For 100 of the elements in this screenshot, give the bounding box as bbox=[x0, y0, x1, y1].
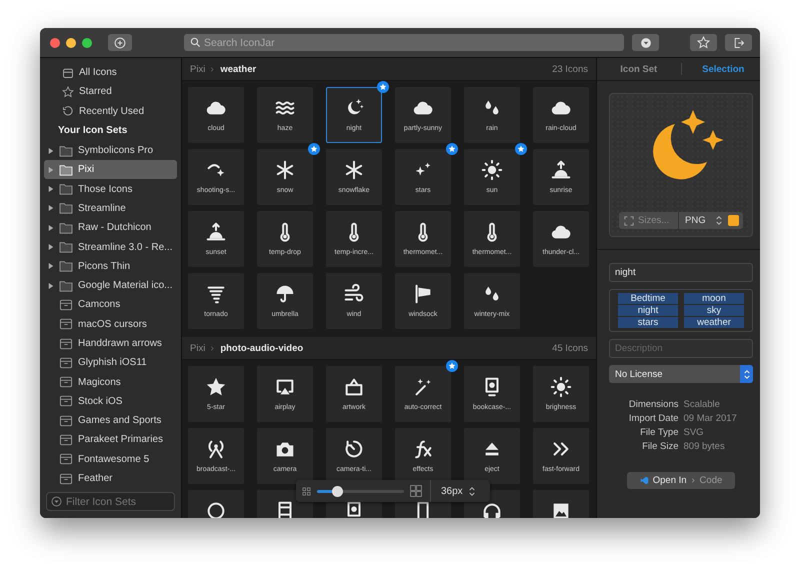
filter-icon bbox=[640, 36, 652, 48]
sun-icon bbox=[481, 159, 503, 181]
small-grid-icon bbox=[302, 486, 311, 496]
icon-set-item[interactable]: Stock iOS bbox=[44, 392, 177, 412]
icon-set-item[interactable]: Feather bbox=[44, 468, 177, 486]
icon-set-item[interactable]: Streamline 3.0 - Re... bbox=[44, 237, 177, 257]
star-icon bbox=[62, 86, 74, 98]
slider-thumb[interactable] bbox=[332, 486, 343, 496]
folder-icon bbox=[59, 183, 73, 196]
icon-count: 23 Icons bbox=[552, 64, 588, 74]
sidebar-item[interactable]: Starred bbox=[44, 82, 177, 102]
folder-icon bbox=[59, 241, 73, 254]
archive-icon bbox=[59, 453, 73, 466]
archive-icon bbox=[59, 472, 73, 485]
section-title: weather bbox=[220, 64, 256, 74]
icon-set-item[interactable]: Fontawesome 5 bbox=[44, 450, 177, 469]
filter-field[interactable]: Filter Icon Sets bbox=[46, 492, 175, 511]
open-in-button[interactable]: Open In Code bbox=[627, 472, 735, 489]
plus-icon bbox=[114, 36, 126, 48]
icon-set-item[interactable]: Symbolicons Pro bbox=[44, 140, 177, 160]
breadcrumb-parent[interactable]: Pixi bbox=[190, 64, 206, 74]
disclosure-triangle-icon[interactable] bbox=[48, 224, 54, 231]
info-value: Scalable bbox=[684, 399, 721, 410]
icon-set-item[interactable]: Those Icons bbox=[44, 179, 177, 199]
icon-set-item[interactable]: macOS cursors bbox=[44, 314, 177, 334]
star-icon bbox=[205, 376, 227, 398]
section-title: photo-audio-video bbox=[220, 342, 304, 354]
disclosure-triangle-icon[interactable] bbox=[48, 186, 54, 192]
chevron-icon bbox=[210, 344, 216, 352]
zoom-button[interactable] bbox=[82, 38, 92, 48]
disclosure-triangle-icon[interactable] bbox=[48, 148, 54, 154]
tag-chip[interactable]: sky bbox=[684, 305, 744, 316]
icon-set-item[interactable]: Streamline bbox=[44, 198, 177, 218]
search-field[interactable]: Search IconJar bbox=[184, 34, 624, 51]
folder-icon bbox=[59, 260, 73, 272]
search-icon bbox=[190, 37, 201, 48]
breadcrumb-parent[interactable]: Pixi bbox=[190, 342, 206, 354]
disclosure-triangle-icon[interactable] bbox=[48, 244, 54, 250]
icon-set-item[interactable]: Camcons bbox=[44, 295, 177, 315]
license-select[interactable]: No License bbox=[609, 365, 753, 383]
folder-icon bbox=[59, 144, 73, 157]
archive-icon bbox=[59, 356, 73, 369]
add-button[interactable] bbox=[108, 34, 132, 51]
sunrise-icon bbox=[550, 159, 572, 181]
close-button[interactable] bbox=[50, 38, 60, 48]
archive-icon bbox=[59, 395, 73, 408]
name-field[interactable]: night bbox=[609, 263, 753, 282]
tag-chip[interactable]: night bbox=[618, 305, 678, 316]
format-select[interactable]: PNG bbox=[679, 215, 728, 226]
icon-set-item[interactable]: Raw - Dutchicon bbox=[44, 218, 177, 238]
stepper-icon[interactable] bbox=[468, 486, 475, 496]
icon-set-item[interactable]: Google Material ico... bbox=[44, 276, 177, 296]
icon-set-item[interactable]: Games and Sports bbox=[44, 411, 177, 430]
sun-icon bbox=[550, 376, 572, 398]
icon-set-item[interactable]: Glyphish iOS11 bbox=[44, 353, 177, 372]
folder-icon bbox=[59, 202, 73, 214]
disclosure-triangle-icon[interactable] bbox=[48, 166, 54, 173]
icon-set-item[interactable]: Parakeet Primaries bbox=[44, 430, 177, 450]
tag-chip[interactable]: weather bbox=[684, 317, 744, 328]
filter-icon bbox=[51, 496, 62, 507]
disclosure-triangle-icon[interactable] bbox=[48, 263, 54, 270]
code-editor-icon bbox=[640, 476, 649, 485]
color-swatch[interactable] bbox=[728, 215, 739, 226]
frame-icon bbox=[343, 376, 365, 398]
minimize-button[interactable] bbox=[66, 38, 76, 48]
star-button[interactable] bbox=[690, 34, 717, 51]
info-value: SVG bbox=[684, 427, 705, 438]
filter-button[interactable] bbox=[632, 34, 659, 51]
icon-set-item[interactable]: Picons Thin bbox=[44, 256, 177, 276]
export-options-bar[interactable]: Sizes... PNG bbox=[619, 212, 743, 229]
stepper-icon bbox=[716, 216, 722, 225]
archive-icon bbox=[59, 434, 73, 446]
sizes-field[interactable]: Sizes... bbox=[619, 212, 678, 229]
export-button[interactable] bbox=[725, 34, 752, 51]
history-icon bbox=[62, 105, 74, 118]
inspector-tab[interactable]: Icon Set bbox=[597, 64, 680, 74]
info-value: 809 bytes bbox=[684, 441, 726, 452]
sidebar-item[interactable]: Recently Used bbox=[44, 102, 177, 121]
disclosure-triangle-icon[interactable] bbox=[48, 282, 54, 289]
icon-count: 45 Icons bbox=[552, 342, 588, 354]
inspector-tab[interactable]: Selection bbox=[682, 64, 760, 74]
icon-set-item[interactable]: Magicons bbox=[44, 372, 177, 392]
star-icon bbox=[697, 36, 710, 49]
resize-icon bbox=[624, 216, 634, 226]
tag-chip[interactable]: stars bbox=[618, 317, 678, 328]
sidebar-item[interactable]: All Icons bbox=[44, 63, 177, 82]
icon-set-item[interactable]: Handdrawn arrows bbox=[44, 334, 177, 354]
info-label: Dimensions bbox=[628, 399, 678, 410]
disclosure-triangle-icon[interactable] bbox=[48, 205, 54, 212]
archive-icon bbox=[59, 376, 73, 388]
large-grid-icon bbox=[410, 485, 422, 497]
info-label: File Size bbox=[641, 441, 678, 452]
tag-chip[interactable]: moon bbox=[684, 293, 744, 304]
archive-icon bbox=[59, 318, 73, 330]
tags-field[interactable]: Bedtime moon night sky stars weather bbox=[609, 289, 753, 332]
chevron-icon bbox=[690, 477, 696, 484]
fx-icon bbox=[412, 438, 434, 460]
icon-set-item[interactable]: Pixi bbox=[44, 160, 177, 180]
sunrise-icon bbox=[205, 221, 227, 243]
tag-chip[interactable]: Bedtime bbox=[618, 293, 678, 304]
